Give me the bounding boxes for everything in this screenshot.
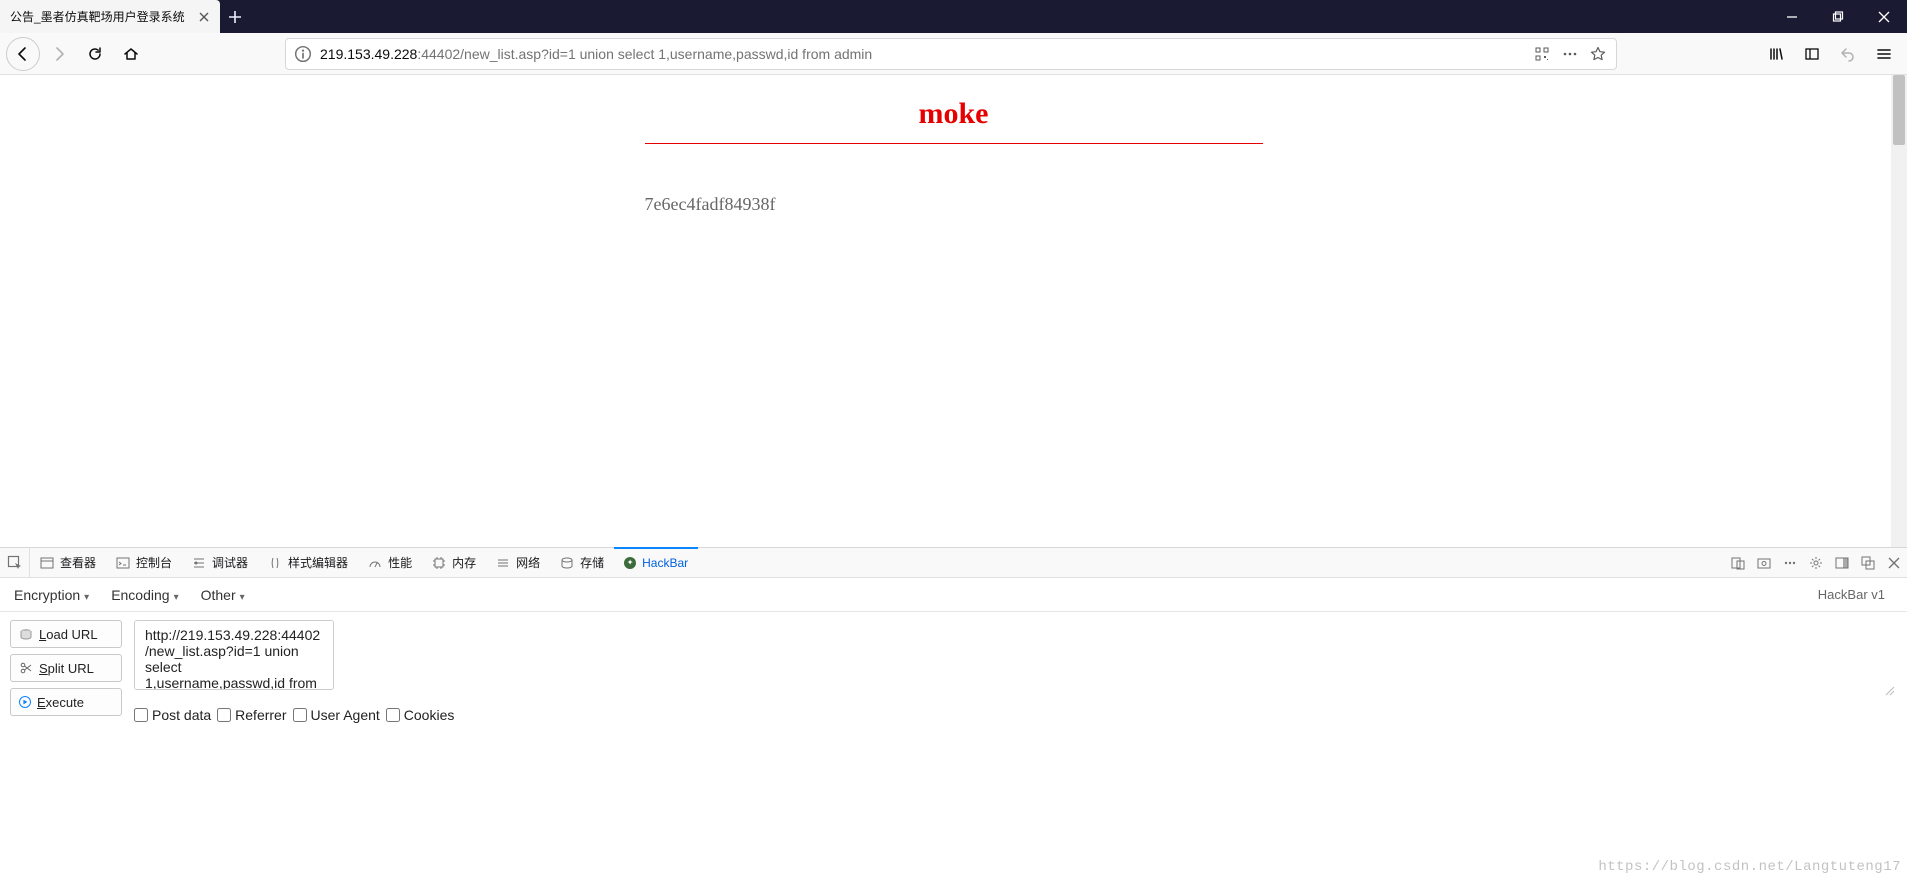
hackbar-version: HackBar v1: [1818, 587, 1893, 602]
load-url-button[interactable]: Load URL: [10, 620, 122, 648]
site-info-icon[interactable]: [294, 45, 312, 63]
check-cookies[interactable]: Cookies: [386, 707, 455, 723]
menu-other[interactable]: Other▾: [201, 587, 245, 603]
close-window-button[interactable]: [1861, 0, 1907, 33]
devtools-panel: 查看器 控制台 调试器 样式编辑器 性能 内存 网络 存储 ✦HackBar E…: [0, 547, 1907, 879]
library-icon[interactable]: [1759, 37, 1793, 71]
hackbar-checks: Post data Referrer User Agent Cookies: [134, 703, 1897, 723]
nav-toolbar: 219.153.49.228:44402/new_list.asp?id=1 u…: [0, 33, 1907, 75]
scrollbar-thumb[interactable]: [1893, 75, 1905, 145]
chevron-down-icon: ▾: [174, 592, 179, 603]
qr-icon[interactable]: [1528, 40, 1556, 68]
play-icon: [19, 696, 31, 708]
screenshot-icon[interactable]: [1751, 548, 1777, 578]
style-icon: [268, 556, 282, 570]
disk-icon: [19, 627, 33, 641]
tab-network[interactable]: 网络: [486, 548, 550, 577]
page-actions-icon[interactable]: [1556, 40, 1584, 68]
page-body-text: 7e6ec4fadf84938f: [645, 194, 1263, 215]
window-controls: [1769, 0, 1907, 33]
devtools-more-icon[interactable]: [1777, 548, 1803, 578]
responsive-mode-icon[interactable]: [1725, 548, 1751, 578]
url-text: 219.153.49.228:44402/new_list.asp?id=1 u…: [320, 46, 1528, 62]
forward-button[interactable]: [42, 37, 76, 71]
home-button[interactable]: [114, 37, 148, 71]
tab-console[interactable]: 控制台: [106, 548, 182, 577]
resize-handle-icon[interactable]: [1885, 683, 1895, 693]
sidebar-icon[interactable]: [1795, 37, 1829, 71]
new-tab-button[interactable]: [220, 0, 250, 33]
element-picker-icon[interactable]: [0, 548, 30, 577]
tab-memory[interactable]: 内存: [422, 548, 486, 577]
tab-storage[interactable]: 存储: [550, 548, 614, 577]
menu-encoding[interactable]: Encoding▾: [111, 587, 178, 603]
dock-separate-icon[interactable]: [1855, 548, 1881, 578]
console-icon: [116, 556, 130, 570]
close-tab-button[interactable]: [196, 9, 212, 25]
page-content: moke 7e6ec4fadf84938f: [0, 75, 1907, 547]
split-url-button[interactable]: Split URL: [10, 654, 122, 682]
minimize-button[interactable]: [1769, 0, 1815, 33]
hackbar-panel: Encryption▾ Encoding▾ Other▾ HackBar v1 …: [0, 578, 1907, 879]
network-icon: [496, 556, 510, 570]
execute-button[interactable]: Execute: [10, 688, 122, 716]
app-menu-icon[interactable]: [1867, 37, 1901, 71]
check-post-data[interactable]: Post data: [134, 707, 211, 723]
tab-title: 公告_墨者仿真靶场用户登录系统: [10, 8, 190, 25]
check-referrer[interactable]: Referrer: [217, 707, 286, 723]
hackbar-icon: ✦: [624, 557, 636, 569]
storage-icon: [560, 556, 574, 570]
menu-encryption[interactable]: Encryption▾: [14, 587, 89, 603]
bookmark-star-icon[interactable]: [1584, 40, 1612, 68]
back-button[interactable]: [6, 37, 40, 71]
scissors-icon: [19, 661, 33, 675]
perf-icon: [368, 556, 382, 570]
page-heading: moke: [0, 97, 1907, 131]
vertical-scrollbar[interactable]: [1891, 75, 1907, 547]
browser-titlebar: 公告_墨者仿真靶场用户登录系统: [0, 0, 1907, 33]
divider: [645, 143, 1263, 144]
devtools-close-icon[interactable]: [1881, 548, 1907, 578]
memory-icon: [432, 556, 446, 570]
tab-debugger[interactable]: 调试器: [182, 548, 258, 577]
inspector-icon: [40, 556, 54, 570]
tab-style-editor[interactable]: 样式编辑器: [258, 548, 358, 577]
chevron-down-icon: ▾: [84, 592, 89, 603]
devtools-settings-icon[interactable]: [1803, 548, 1829, 578]
browser-tab[interactable]: 公告_墨者仿真靶场用户登录系统: [0, 0, 220, 33]
tab-hackbar[interactable]: ✦HackBar: [614, 548, 698, 577]
debugger-icon: [192, 556, 206, 570]
devtools-tabs: 查看器 控制台 调试器 样式编辑器 性能 内存 网络 存储 ✦HackBar: [0, 548, 1907, 578]
dock-side-icon[interactable]: [1829, 548, 1855, 578]
reload-button[interactable]: [78, 37, 112, 71]
tab-performance[interactable]: 性能: [358, 548, 422, 577]
tab-inspector[interactable]: 查看器: [30, 548, 106, 577]
hackbar-menu: Encryption▾ Encoding▾ Other▾ HackBar v1: [0, 578, 1907, 612]
url-bar[interactable]: 219.153.49.228:44402/new_list.asp?id=1 u…: [285, 38, 1617, 70]
chevron-down-icon: ▾: [240, 592, 245, 603]
check-user-agent[interactable]: User Agent: [293, 707, 380, 723]
maximize-button[interactable]: [1815, 0, 1861, 33]
undo-nav-icon[interactable]: [1831, 37, 1865, 71]
hackbar-url-input[interactable]: [134, 620, 334, 690]
